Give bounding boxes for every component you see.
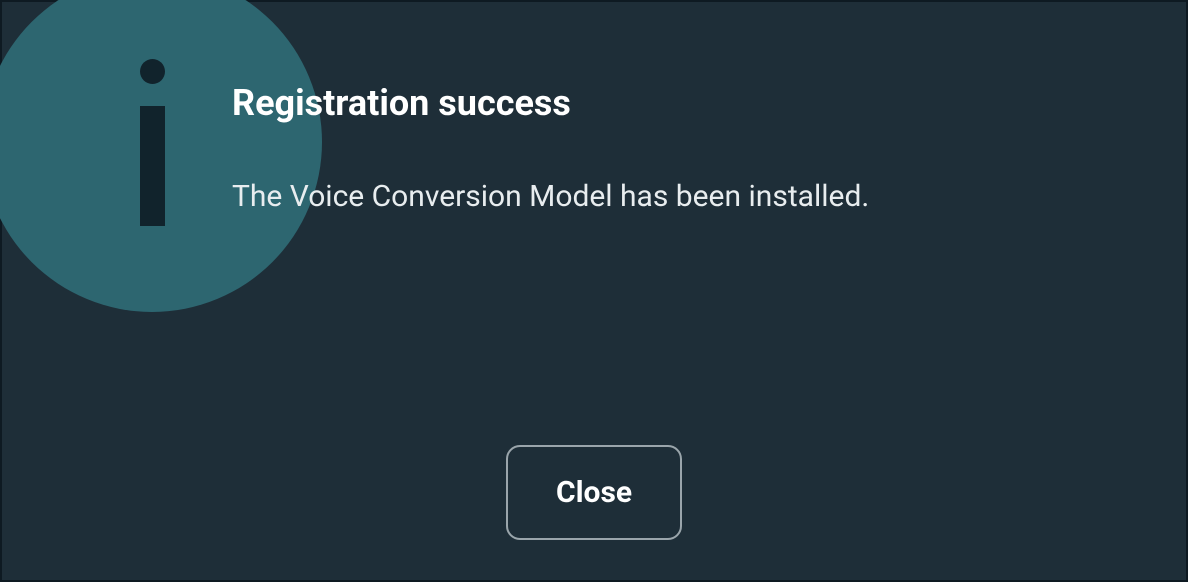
info-icon-dot xyxy=(140,59,165,84)
dialog-content: Registration success The Voice Conversio… xyxy=(232,82,869,214)
close-button[interactable]: Close xyxy=(506,445,682,540)
dialog-title: Registration success xyxy=(232,82,869,124)
info-icon-bar xyxy=(140,106,165,226)
dialog-button-container: Close xyxy=(2,445,1186,540)
info-dialog: Registration success The Voice Conversio… xyxy=(2,2,1186,580)
info-icon xyxy=(140,59,165,226)
dialog-message: The Voice Conversion Model has been inst… xyxy=(232,179,869,214)
